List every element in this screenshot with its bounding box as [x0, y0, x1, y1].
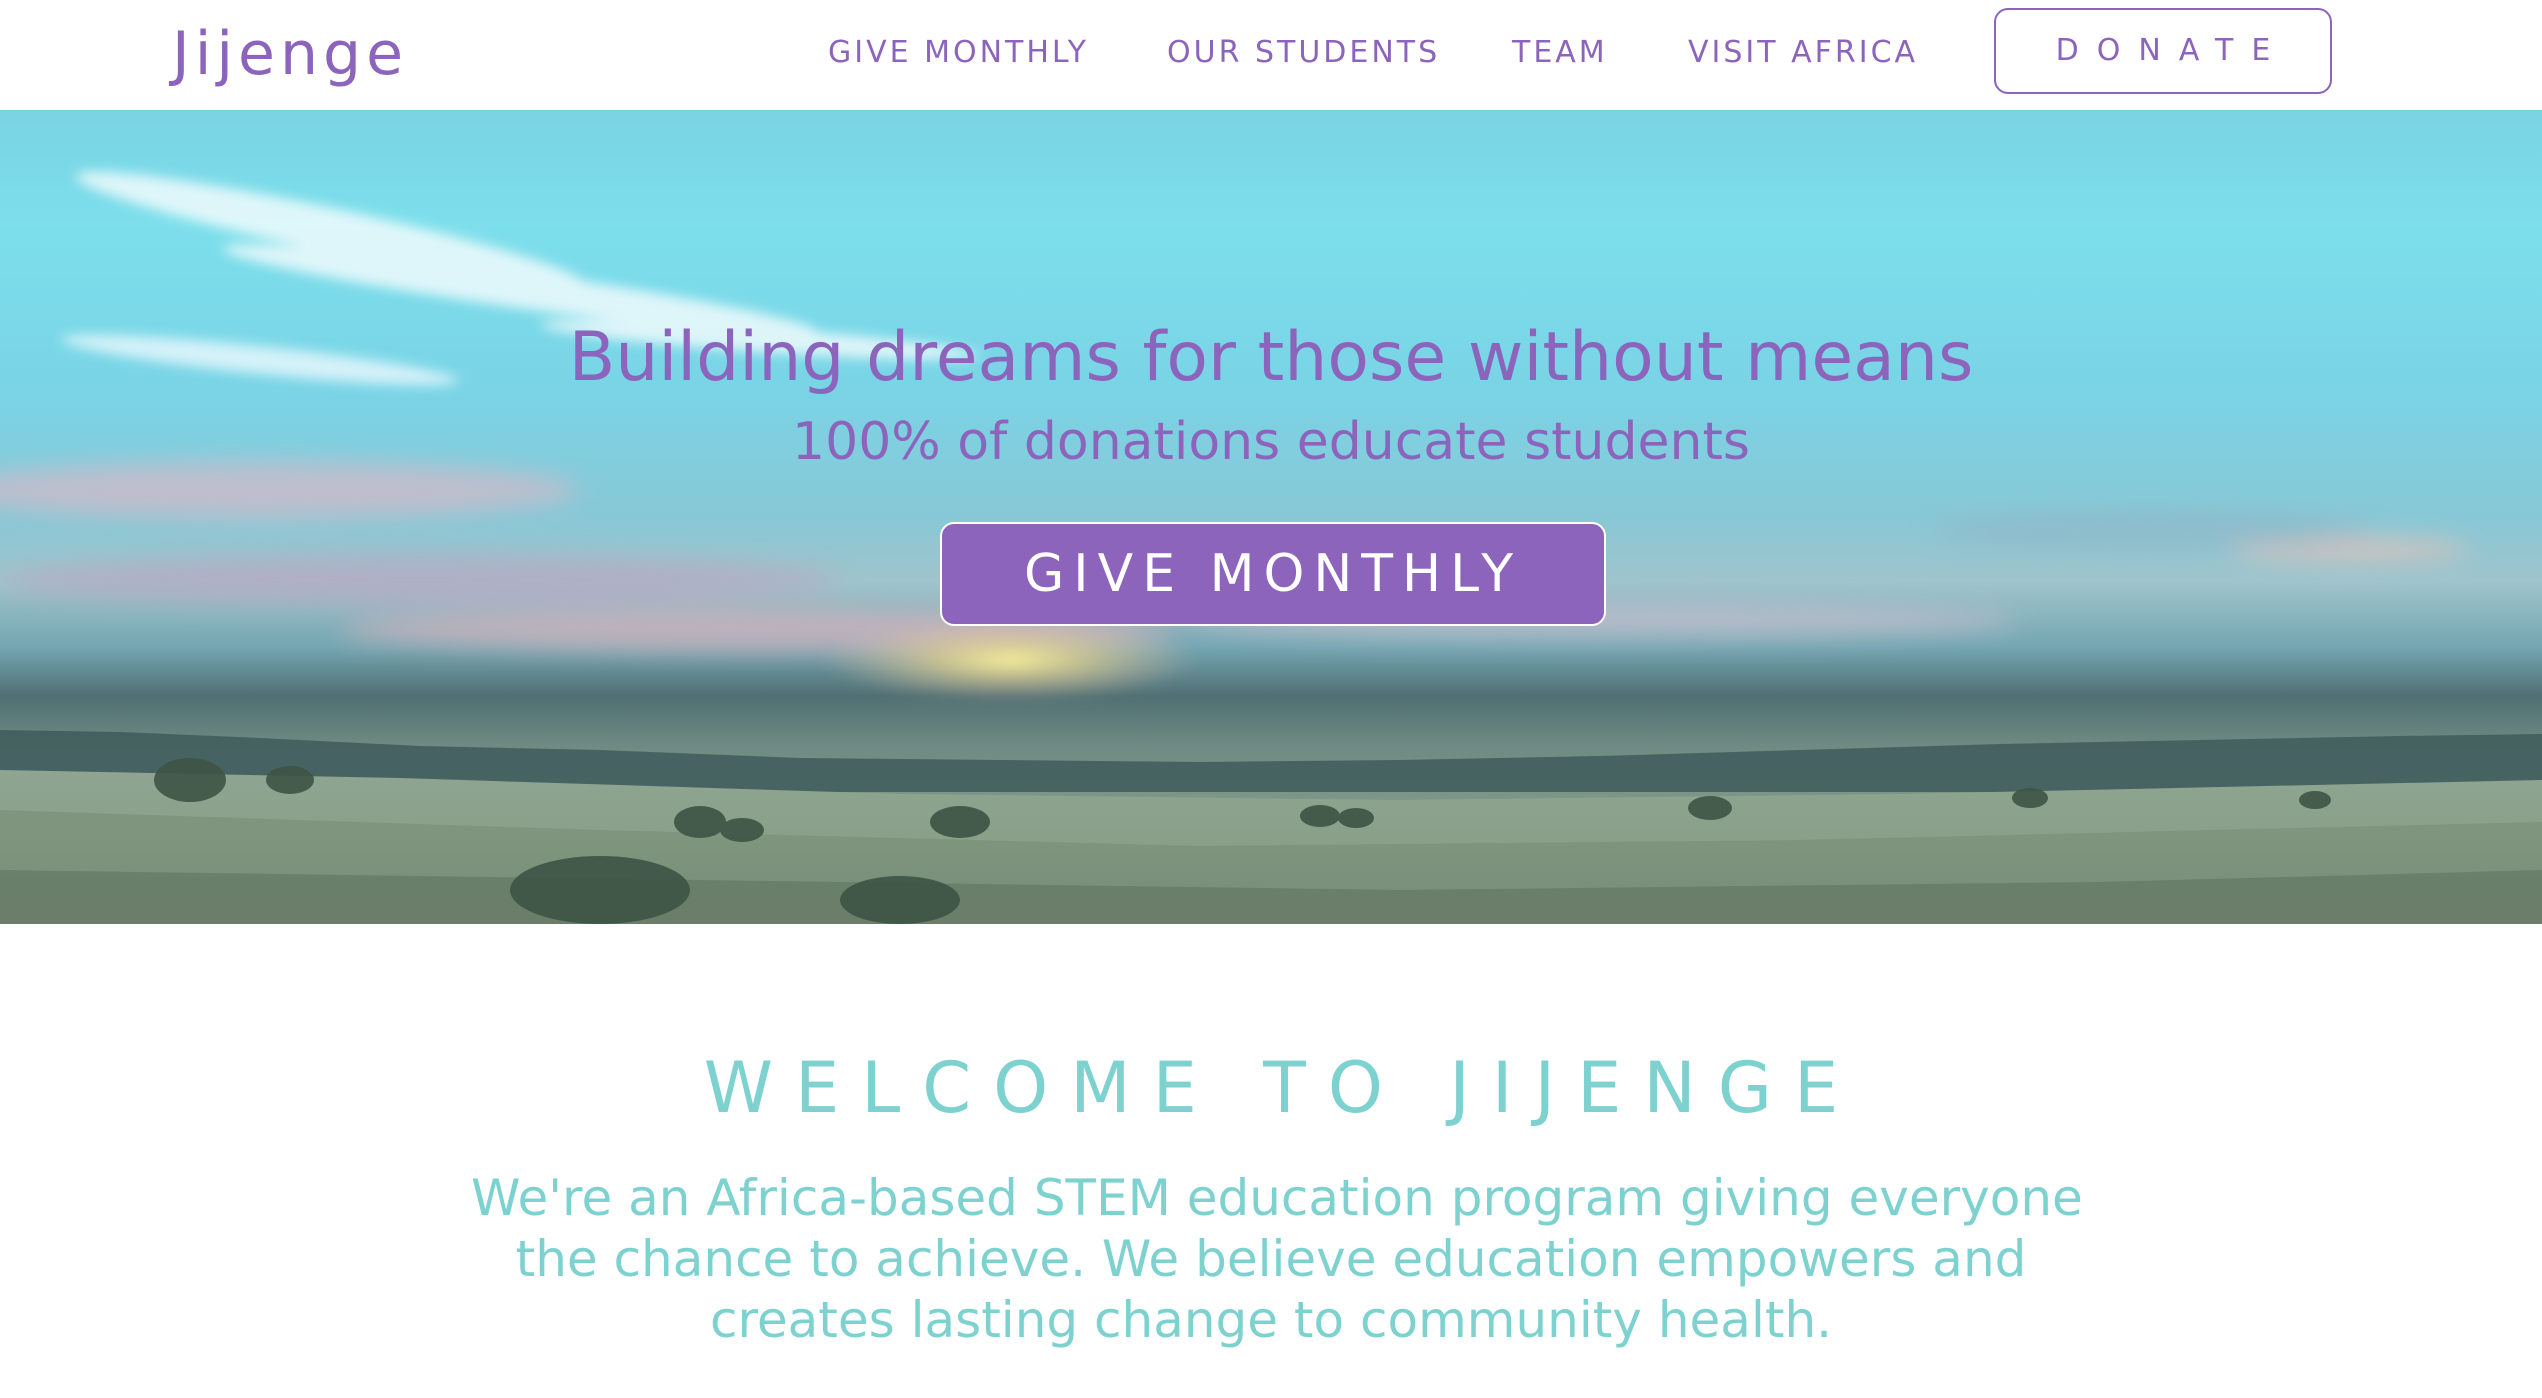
- welcome-line: We're an Africa-based STEM education pro…: [471, 1169, 2083, 1227]
- hero-banner: Building dreams for those without means …: [0, 110, 2542, 924]
- welcome-line: creates lasting change to community heal…: [709, 1291, 1833, 1349]
- welcome-heading: WELCOME TO JIJENGE: [703, 1047, 1861, 1129]
- nav-visit-africa[interactable]: VISIT AFRICA: [1688, 35, 1918, 71]
- site-logo[interactable]: Jijenge: [172, 18, 408, 90]
- donate-button[interactable]: DONATE: [1994, 8, 2332, 94]
- landscape-background-image: [0, 171, 2542, 924]
- welcome-description: We're an Africa-based STEM education pro…: [471, 1168, 2083, 1351]
- hero-title: Building dreams for those without means: [568, 318, 1974, 397]
- nav-team[interactable]: TEAM: [1512, 35, 1608, 71]
- site-header: Jijenge GIVE MONTHLY OUR STUDENTS TEAM V…: [0, 0, 2542, 110]
- nav-our-students[interactable]: OUR STUDENTS: [1167, 35, 1440, 71]
- hero-subtitle: 100% of donations educate students: [792, 412, 1750, 472]
- nav-give-monthly[interactable]: GIVE MONTHLY: [828, 35, 1089, 71]
- give-monthly-button[interactable]: GIVE MONTHLY: [940, 522, 1606, 626]
- welcome-line: the chance to achieve. We believe educat…: [515, 1230, 2027, 1288]
